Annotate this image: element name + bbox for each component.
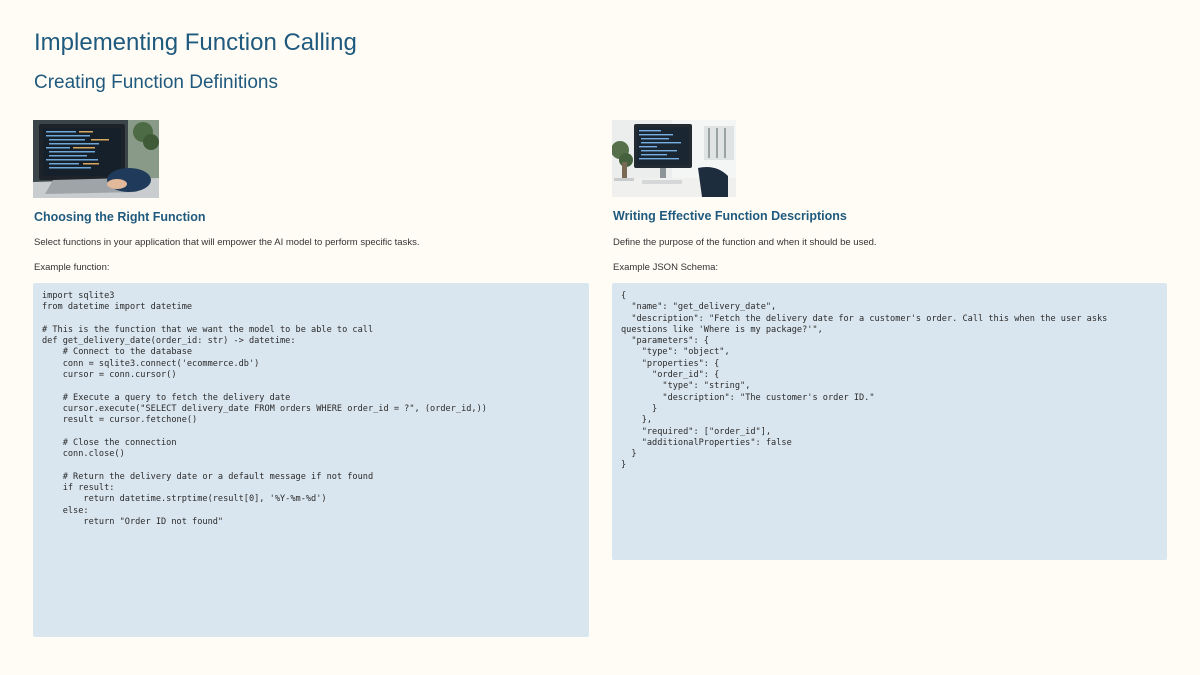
page-title: Implementing Function Calling	[34, 29, 357, 56]
python-code-block: import sqlite3 from datetime import date…	[33, 283, 589, 637]
laptop-coding-illustration	[33, 120, 159, 198]
section-description: Select functions in your application tha…	[34, 237, 420, 248]
example-label: Example JSON Schema:	[613, 262, 719, 273]
right-column: Writing Effective Function Descriptions …	[612, 120, 1167, 560]
section-heading-choosing-function: Choosing the Right Function	[34, 210, 206, 224]
section-description: Define the purpose of the function and w…	[613, 237, 877, 248]
desk-monitor-illustration	[612, 120, 736, 197]
json-schema-code-block: { "name": "get_delivery_date", "descript…	[612, 283, 1167, 560]
desk-monitor-image	[612, 120, 736, 197]
example-label: Example function:	[34, 262, 110, 273]
page-subtitle: Creating Function Definitions	[34, 72, 278, 93]
section-heading-writing-descriptions: Writing Effective Function Descriptions	[613, 209, 847, 223]
left-column: Choosing the Right Function Select funct…	[33, 120, 589, 637]
laptop-coding-image	[33, 120, 159, 198]
